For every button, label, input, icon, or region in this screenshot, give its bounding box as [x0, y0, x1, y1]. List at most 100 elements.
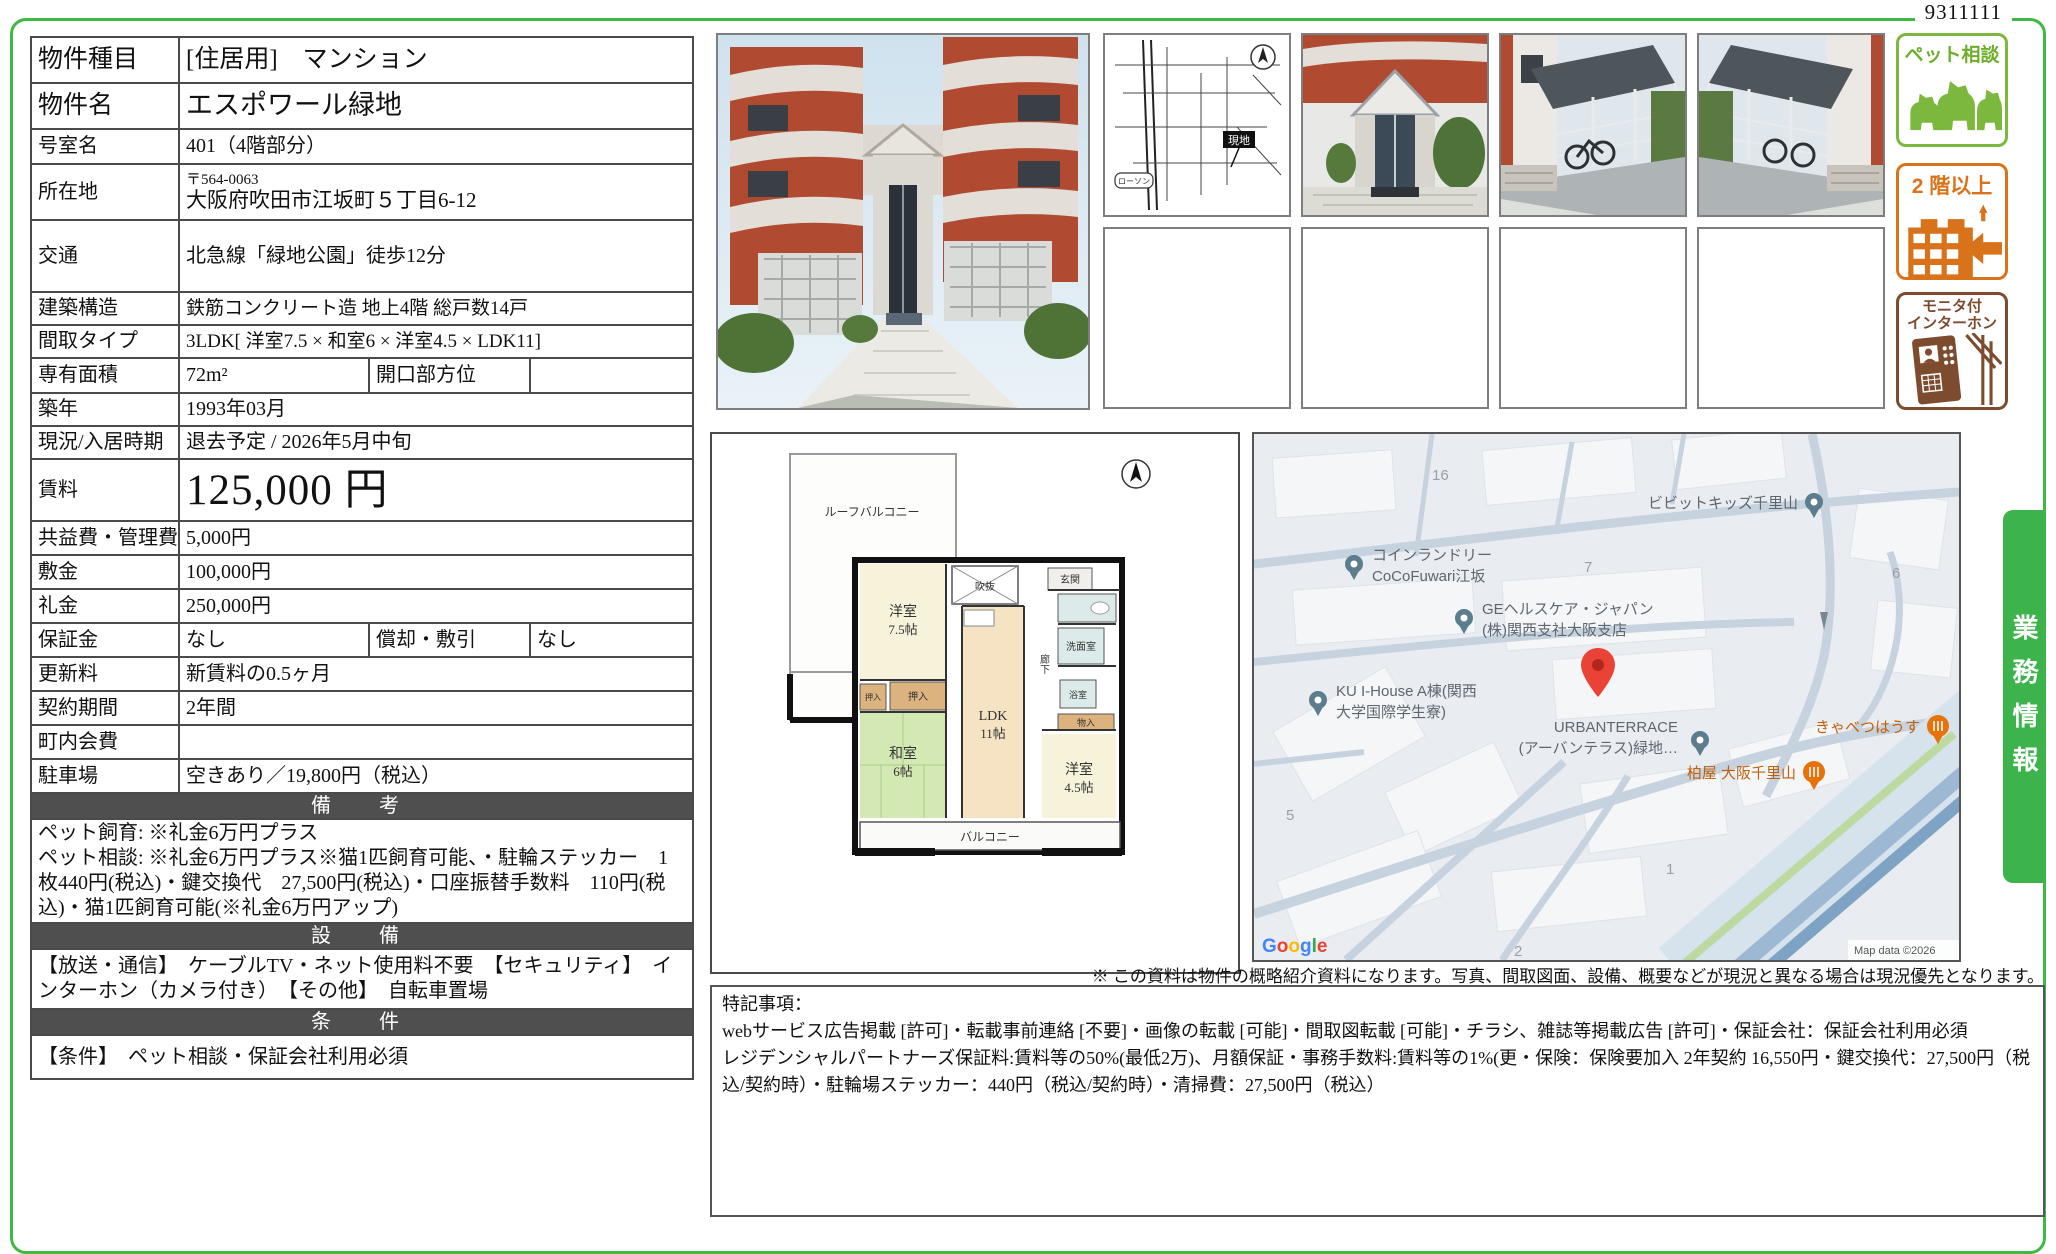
room-label-closet2: 押入	[908, 690, 928, 703]
entrance-photo-illustration	[1303, 35, 1487, 215]
second-floor-or-above-badge: 2 階以上	[1896, 163, 2008, 280]
table-row: 町内会費	[31, 725, 693, 759]
row-label: 共益費・管理費	[31, 521, 179, 555]
map-thumb-store-label: ローソン	[1118, 177, 1150, 186]
room-size-ldk: 11帖	[980, 726, 1006, 741]
main-building-photo	[716, 33, 1090, 410]
row-label: 町内会費	[31, 725, 179, 759]
table-row: 礼金 250,000円	[31, 589, 693, 623]
poi-label: コインランドリー	[1372, 547, 1492, 564]
remarks-line2: ペット相談: ※礼金6万円プラス※猫1匹飼育可能、・駐輪ステッカー 1枚440円…	[38, 847, 668, 919]
row-value: 3LDK[ 洋室7.5 × 和室6 × 洋室4.5 × LDK11]	[179, 325, 693, 358]
special-notes-box: 特記事項： webサービス広告掲載 [許可]・転載事前連絡 [不要]・画像の転載…	[710, 985, 2045, 1217]
conditions-text: 【条件】 ペット相談・保証会社利用必須	[31, 1035, 693, 1079]
special-notes-line1: webサービス広告掲載 [許可]・転載事前連絡 [不要]・画像の転載 [可能]・…	[722, 1018, 2033, 1045]
poi-label: (株)関西支社大阪支店	[1482, 622, 1627, 639]
room-label-closet1: 押入	[865, 692, 881, 702]
empty-photo-placeholder	[1499, 227, 1687, 409]
entrance-photo	[1301, 33, 1489, 217]
rent-amount: 125,000 円	[186, 467, 389, 514]
floor-plan-drawing: ルーフバルコニー 洋室 7.5帖 吹抜 玄関 洗面室 廊下 浴室 押入 押入 和…	[712, 434, 1238, 972]
poi-label: CoCoFuwari江坂	[1372, 568, 1485, 585]
row-value	[179, 725, 693, 759]
bicycle-parking-photo-2	[1697, 33, 1885, 217]
row-value: 新賃料の0.5ヶ月	[179, 657, 693, 691]
table-row: 契約期間 2年間	[31, 691, 693, 725]
poi-label: ビビットキッズ千里山	[1648, 495, 1798, 512]
table-row: 共益費・管理費 5,000円	[31, 521, 693, 555]
row-value: 72m²	[179, 358, 369, 393]
map-block-number: 5	[1286, 807, 1294, 824]
row-value: [住居用] マンション	[179, 37, 693, 83]
postal-code: 〒564-0063	[186, 172, 686, 189]
row-value: 鉄筋コンクリート造 地上4階 総戸数14戸	[179, 292, 693, 325]
section-body-conditions: 【条件】 ペット相談・保証会社利用必須	[31, 1035, 693, 1079]
row-value: 250,000円	[179, 589, 693, 623]
room-label-roof-balcony: ルーフバルコニー	[824, 505, 919, 519]
section-header-conditions: 条 件	[31, 1009, 693, 1035]
room-label-washroom: 洗面室	[1066, 640, 1096, 653]
google-logo: Google	[1262, 936, 1327, 957]
table-row: 専有面積 72m² 開口部方位	[31, 358, 693, 393]
property-detail-table: 物件種目 [住居用] マンション 物件名 エスポワール緑地 号室名 401（4階…	[30, 36, 694, 1080]
poi-label: GEヘルスケア・ジャパン	[1482, 601, 1654, 618]
table-row: 所在地 〒564-0063 大阪府吹田市江坂町５丁目6-12	[31, 164, 693, 220]
second-floor-badge-label: 2 階以上	[1899, 170, 2005, 200]
map-block-number: 1	[1666, 861, 1674, 878]
monitor-intercom-badge: モニタ付 インターホン	[1896, 292, 2008, 410]
row-label: 専有面積	[31, 358, 179, 393]
empty-photo-placeholder	[1697, 227, 1885, 409]
room-label-western2: 洋室	[1065, 761, 1093, 778]
intercom-badge-label-1: モニタ付	[1899, 298, 2005, 315]
table-row: 更新料 新賃料の0.5ヶ月	[31, 657, 693, 691]
room-label-hallway: 廊下	[1038, 653, 1050, 675]
room-label-ldk: LDK	[979, 709, 1008, 724]
section-body-equipment: 【放送・通信】 ケーブルTV・ネット使用料不要 【セキュリティ】 インターホン（…	[31, 949, 693, 1009]
table-row: 保証金 なし 償却・敷引 なし	[31, 623, 693, 657]
room-size-western1: 7.5帖	[888, 622, 917, 637]
map-block-number: 7	[1584, 559, 1592, 576]
table-row: 駐車場 空きあり／19,800円（税込）	[31, 759, 693, 793]
special-notes-title: 特記事項：	[722, 991, 2033, 1018]
row-value: 1993年03月	[179, 393, 693, 426]
map-block-number: 6	[1892, 565, 1900, 582]
room-label-storage: 物入	[1077, 717, 1095, 728]
room-size-western2: 4.5帖	[1064, 780, 1093, 795]
pet-negotiable-badge: ペット相談	[1896, 33, 2008, 147]
disclaimer-note: ※ この資料は物件の概略紹介資料になります。写真、間取図面、設備、概要などが現況…	[1092, 962, 2044, 987]
row-label: 現況/入居時期	[31, 426, 179, 459]
table-row-rent: 賃料 125,000 円	[31, 459, 693, 521]
row-label: 駐車場	[31, 759, 179, 793]
row-value: 401（4階部分）	[179, 129, 693, 164]
access-map-thumbnail: 現地 ローソン	[1103, 33, 1291, 217]
bicycle-parking-photo-1	[1499, 33, 1687, 217]
business-info-side-tab[interactable]: 業務情報	[2003, 510, 2046, 883]
row-label: 敷金	[31, 555, 179, 589]
building-photo-illustration	[718, 35, 1088, 408]
row-label: 保証金	[31, 623, 179, 657]
poi-label: きゃべつはうす	[1815, 719, 1920, 736]
row-value-2: なし	[530, 623, 693, 657]
table-row: 間取タイプ 3LDK[ 洋室7.5 × 和室6 × 洋室4.5 × LDK11]	[31, 325, 693, 358]
empty-photo-placeholder	[1103, 227, 1291, 409]
table-row: 物件種目 [住居用] マンション	[31, 37, 693, 83]
map-canvas: 16 7 6 5 1 2 ビビットキッズ千里山 コインランドリー CoCoFuw…	[1254, 434, 1959, 960]
room-label-bath: 浴室	[1069, 689, 1087, 700]
special-notes-line2: レジデンシャルパートナーズ保証料:賃料等の50%(最低2万)、月額保証・事務手数…	[722, 1045, 2033, 1099]
row-label: 所在地	[31, 164, 179, 220]
table-row: 敷金 100,000円	[31, 555, 693, 589]
empty-photo-placeholder	[1301, 227, 1489, 409]
row-label: 号室名	[31, 129, 179, 164]
row-label: 物件種目	[31, 37, 179, 83]
floor-plan: ルーフバルコニー 洋室 7.5帖 吹抜 玄関 洗面室 廊下 浴室 押入 押入 和…	[710, 432, 1240, 974]
address-cell: 〒564-0063 大阪府吹田市江坂町５丁目6-12	[179, 164, 693, 220]
row-label: 賃料	[31, 459, 179, 521]
poi-label: 大学国際学生寮)	[1336, 703, 1446, 721]
bicycle-parking-illustration	[1699, 35, 1883, 215]
map-block-number: 16	[1432, 467, 1449, 484]
table-row: 交通 北急線「緑地公園」徒歩12分	[31, 220, 693, 292]
row-label: 交通	[31, 220, 179, 292]
row-value: 100,000円	[179, 555, 693, 589]
poi-label: (アーバンテラス)緑地…	[1519, 740, 1678, 757]
room-label-western1: 洋室	[889, 603, 917, 620]
